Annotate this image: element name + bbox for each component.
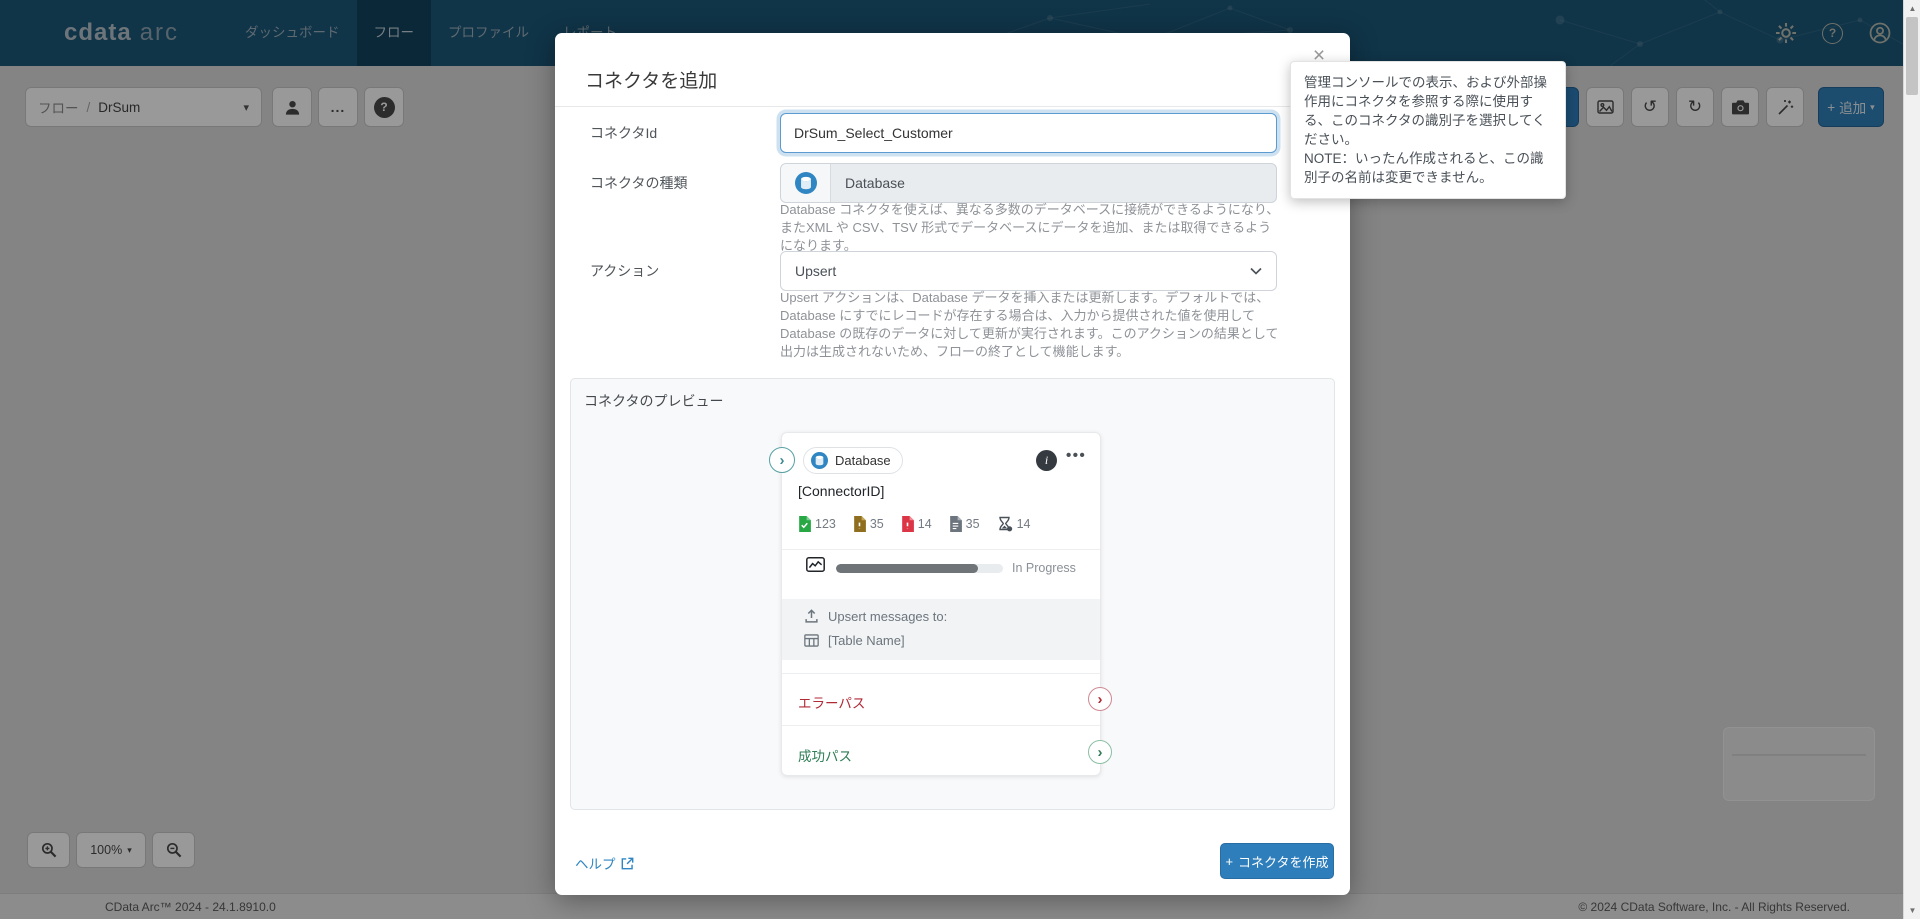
connector-preview-panel: コネクタのプレビュー › Database i ••• [ConnectorID…: [570, 378, 1335, 810]
connector-type-value: Database: [831, 175, 905, 191]
stat-files-success[interactable]: 123: [798, 516, 836, 532]
error-path-label: エラーパス: [798, 692, 865, 712]
file-warning-icon: [853, 516, 866, 532]
card-divider: [782, 725, 1100, 726]
chevron-down-icon: [1250, 267, 1262, 275]
tooltip-note: NOTE：いったん作成されると、この識別子の名前は変更できません。: [1304, 149, 1552, 187]
plus-icon: +: [1225, 854, 1233, 869]
help-link[interactable]: ヘルプ: [575, 853, 634, 873]
database-icon: [811, 452, 828, 469]
database-icon: [795, 172, 817, 194]
action-selected-value: Upsert: [795, 263, 836, 279]
file-success-icon: [798, 516, 811, 532]
file-error-icon: [901, 516, 914, 532]
chevron-right-icon: ›: [780, 452, 785, 469]
action-select[interactable]: Upsert: [780, 251, 1277, 291]
app-screen: cdata arc ダッシュボード フロー プロファイル レポート ?: [0, 0, 1920, 919]
create-connector-button[interactable]: + コネクタを作成: [1220, 843, 1334, 879]
connector-type-display: Database: [780, 163, 1277, 203]
success-path-label: 成功パス: [798, 745, 852, 765]
chevron-right-icon: ›: [1098, 744, 1103, 761]
file-stats-row: 123 35 14 35: [798, 516, 1088, 532]
progress-fill: [836, 564, 978, 573]
action-label: アクション: [590, 251, 770, 291]
destination-section: Upsert messages to: [Table Name]: [782, 599, 1100, 660]
connector-type-help: Database コネクタを使えば、異なる多数のデータベースに接続ができるように…: [780, 201, 1280, 255]
stat-files-neutral[interactable]: 35: [949, 516, 980, 532]
tooltip-body: 管理コンソールでの表示、および外部操作用にコネクタを参照する際に使用する、このコ…: [1304, 75, 1547, 147]
vertical-scrollbar[interactable]: ▲ ▼: [1903, 0, 1920, 919]
connector-id-tooltip: 管理コンソールでの表示、および外部操作用にコネクタを参照する際に使用する、このコ…: [1290, 61, 1566, 199]
preview-panel-label: コネクタのプレビュー: [584, 391, 723, 411]
connector-preview-card: › Database i ••• [ConnectorID]: [781, 432, 1101, 776]
connector-id-label: コネクタId: [590, 113, 770, 153]
action-help: Upsert アクションは、Database データを挿入または更新します。デフ…: [780, 289, 1280, 361]
stat-files-warning[interactable]: 35: [853, 516, 884, 532]
file-neutral-icon: [949, 516, 962, 532]
progress-status: In Progress: [1012, 561, 1076, 575]
modal-title: コネクタを追加: [585, 66, 717, 93]
card-divider: [782, 673, 1100, 674]
connector-card-title: [ConnectorID]: [798, 483, 884, 499]
progress-bar: [836, 564, 1003, 573]
external-link-icon: [621, 857, 634, 870]
stat-files-error[interactable]: 14: [901, 516, 932, 532]
upsert-destination-row: Upsert messages to:: [804, 609, 947, 624]
info-icon[interactable]: i: [1036, 450, 1057, 471]
chevron-right-icon: ›: [1098, 691, 1103, 708]
table-icon: [804, 634, 819, 647]
table-name-row: [Table Name]: [804, 633, 905, 648]
chart-line-icon: [806, 557, 825, 572]
connector-type-label: コネクタの種類: [590, 163, 770, 203]
scroll-down-arrow[interactable]: ▼: [1904, 902, 1920, 919]
hourglass-icon: [997, 516, 1013, 532]
scroll-up-arrow[interactable]: ▲: [1904, 0, 1920, 17]
scrollbar-thumb[interactable]: [1906, 17, 1918, 95]
input-port-button[interactable]: ›: [769, 447, 795, 473]
stat-files-pending[interactable]: 14: [997, 516, 1031, 532]
modal-header-divider: [555, 106, 1350, 107]
upload-icon: [804, 609, 819, 624]
error-path-port-button[interactable]: ›: [1088, 687, 1112, 711]
card-divider: [782, 549, 1100, 550]
add-connector-modal: コネクタを追加 × コネクタId コネクタの種類 Database Datab: [555, 33, 1350, 895]
connector-type-pill: Database: [803, 447, 903, 474]
success-path-port-button[interactable]: ›: [1088, 740, 1112, 764]
connector-type-pill-label: Database: [835, 453, 891, 468]
card-menu-icon[interactable]: •••: [1066, 447, 1086, 464]
connector-id-input[interactable]: [780, 113, 1277, 153]
